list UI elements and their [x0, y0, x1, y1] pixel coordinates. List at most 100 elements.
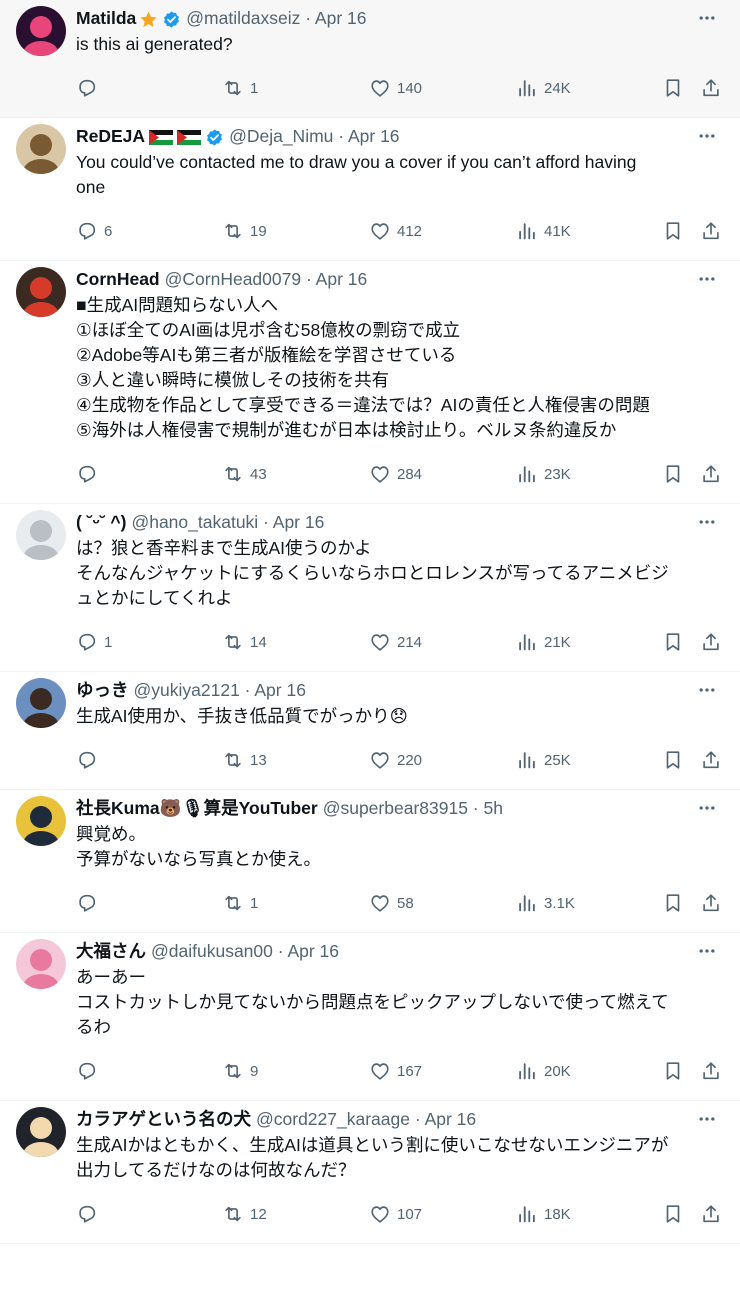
display-name[interactable]: Matilda — [76, 6, 136, 30]
bookmark-button[interactable] — [662, 630, 684, 654]
views-button[interactable]: 23K — [516, 462, 571, 486]
reply-button[interactable] — [76, 462, 104, 486]
avatar[interactable] — [16, 6, 66, 56]
avatar[interactable] — [16, 510, 66, 560]
reply-button[interactable] — [76, 1059, 104, 1083]
bookmark-button[interactable] — [662, 891, 684, 915]
tweet-text: は？狼と香辛料まで生成AI使うのかよ そんなんジャケットにするくらいならホロとロ… — [76, 538, 669, 608]
more-options-button[interactable] — [696, 8, 720, 28]
share-button[interactable] — [700, 1202, 722, 1226]
more-icon — [699, 16, 715, 20]
tweet-text: あーあー コストカットしか見てないから問題点をピックアップしないで使って燃えて … — [76, 967, 669, 1037]
reply-button[interactable] — [76, 1202, 104, 1226]
like-button[interactable]: 220 — [369, 748, 422, 772]
reply-button[interactable] — [76, 891, 104, 915]
repost-button[interactable]: 12 — [222, 1202, 267, 1226]
share-button[interactable] — [700, 462, 722, 486]
like-button[interactable]: 167 — [369, 1059, 422, 1083]
handle-and-time[interactable]: @CornHead0079 · Apr 16 — [165, 267, 368, 291]
views-button[interactable]: 24K — [516, 76, 571, 100]
like-button[interactable]: 412 — [369, 219, 422, 243]
handle-and-time[interactable]: @daifukusan00 · Apr 16 — [151, 939, 339, 963]
repost-button[interactable]: 19 — [222, 219, 267, 243]
repost-button[interactable]: 9 — [222, 1059, 258, 1083]
handle-and-time[interactable]: @Deja_Nimu · Apr 16 — [229, 124, 399, 148]
bookmark-button[interactable] — [662, 748, 684, 772]
action-bar: 6 19 412 41K — [76, 202, 724, 260]
tweet[interactable]: 社長Kuma🐻🎙算是YouTuber @superbear83915 · 5h … — [0, 790, 740, 933]
views-button[interactable]: 25K — [516, 748, 571, 772]
display-name[interactable]: 社長Kuma🐻🎙算是YouTuber — [76, 796, 318, 820]
action-bar: 1 140 24K — [76, 59, 724, 117]
like-button[interactable]: 107 — [369, 1202, 422, 1226]
more-options-button[interactable] — [696, 680, 720, 700]
views-icon — [519, 634, 535, 651]
like-count: 58 — [397, 894, 414, 912]
more-options-button[interactable] — [696, 126, 720, 146]
tweet[interactable]: ゆっき @yukiya2121 · Apr 16 生成AI使用か、手抜き低品質で… — [0, 672, 740, 790]
avatar[interactable] — [16, 124, 66, 174]
like-icon — [371, 1063, 389, 1080]
more-options-button[interactable] — [696, 512, 720, 532]
views-button[interactable]: 21K — [516, 630, 571, 654]
share-button[interactable] — [700, 219, 722, 243]
display-name[interactable]: ゆっき — [76, 678, 129, 702]
views-button[interactable]: 20K — [516, 1059, 571, 1083]
display-name[interactable]: CornHead — [76, 267, 160, 291]
avatar[interactable] — [16, 267, 66, 317]
handle-and-time[interactable]: @superbear83915 · 5h — [323, 796, 503, 820]
avatar[interactable] — [16, 678, 66, 728]
repost-button[interactable]: 14 — [222, 630, 267, 654]
share-icon — [703, 1205, 719, 1223]
tweet[interactable]: ( ˘ᵕ˘ ^) @hano_takatuki · Apr 16 は？狼と香辛料… — [0, 504, 740, 672]
bookmark-button[interactable] — [662, 1059, 684, 1083]
tweet[interactable]: CornHead @CornHead0079 · Apr 16 ■生成AI問題知… — [0, 261, 740, 504]
tweet[interactable]: Matilda @matildaxseiz · Apr 16 is this a… — [0, 0, 740, 118]
handle-and-time[interactable]: @matildaxseiz · Apr 16 — [186, 6, 366, 30]
views-button[interactable]: 3.1K — [516, 891, 575, 915]
like-button[interactable]: 214 — [369, 630, 422, 654]
bookmark-button[interactable] — [662, 76, 684, 100]
share-button[interactable] — [700, 76, 722, 100]
views-button[interactable]: 18K — [516, 1202, 571, 1226]
repost-button[interactable]: 13 — [222, 748, 267, 772]
like-button[interactable]: 284 — [369, 462, 422, 486]
tweet[interactable]: カラアゲという名の犬 @cord227_karaage · Apr 16 生成A… — [0, 1101, 740, 1244]
like-button[interactable]: 140 — [369, 76, 422, 100]
avatar[interactable] — [16, 939, 66, 989]
like-button[interactable]: 58 — [369, 891, 414, 915]
display-name[interactable]: カラアゲという名の犬 — [76, 1107, 251, 1131]
share-button[interactable] — [700, 891, 722, 915]
more-options-button[interactable] — [696, 269, 720, 289]
display-name[interactable]: ( ˘ᵕ˘ ^) — [76, 510, 126, 534]
share-button[interactable] — [700, 1059, 722, 1083]
views-button[interactable]: 41K — [516, 219, 571, 243]
bookmark-button[interactable] — [662, 1202, 684, 1226]
display-name[interactable]: 大福さん — [76, 939, 146, 963]
display-name[interactable]: ReDEJA — [76, 124, 145, 148]
repost-button[interactable]: 43 — [222, 462, 267, 486]
repost-button[interactable]: 1 — [222, 891, 258, 915]
bookmark-icon — [666, 751, 680, 769]
repost-button[interactable]: 1 — [222, 76, 258, 100]
more-options-button[interactable] — [696, 1109, 720, 1129]
more-options-button[interactable] — [696, 798, 720, 818]
reply-button[interactable]: 1 — [76, 630, 112, 654]
tweet-header: ゆっき @yukiya2121 · Apr 16 — [76, 678, 724, 702]
bookmark-button[interactable] — [662, 462, 684, 486]
tweet[interactable]: 大福さん @daifukusan00 · Apr 16 あーあー コストカットし… — [0, 933, 740, 1101]
reply-button[interactable]: 6 — [76, 219, 112, 243]
reply-button[interactable] — [76, 76, 104, 100]
avatar[interactable] — [16, 1107, 66, 1157]
avatar[interactable] — [16, 796, 66, 846]
tweet[interactable]: ReDEJA @Deja_Nimu · Apr 16 You could’ve … — [0, 118, 740, 261]
reply-button[interactable] — [76, 748, 104, 772]
bookmark-button[interactable] — [662, 219, 684, 243]
more-options-button[interactable] — [696, 941, 720, 961]
handle-and-time[interactable]: @cord227_karaage · Apr 16 — [256, 1107, 476, 1131]
share-button[interactable] — [700, 630, 722, 654]
handle-and-time[interactable]: @hano_takatuki · Apr 16 — [131, 510, 324, 534]
views-icon — [519, 1063, 535, 1080]
handle-and-time[interactable]: @yukiya2121 · Apr 16 — [134, 678, 306, 702]
share-button[interactable] — [700, 748, 722, 772]
